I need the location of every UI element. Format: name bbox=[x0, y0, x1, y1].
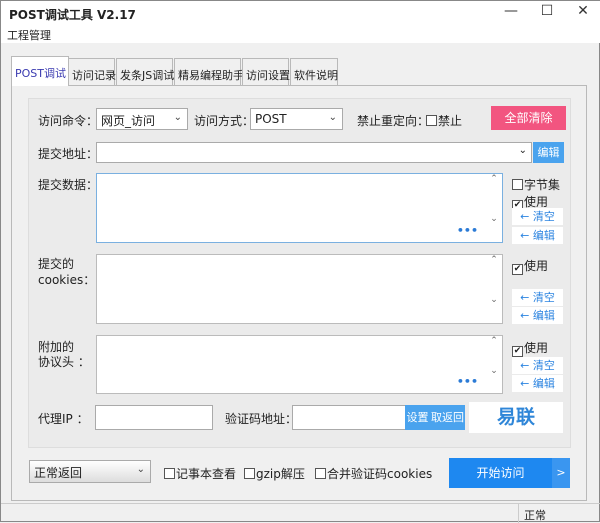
url-label: 提交地址： bbox=[38, 145, 98, 162]
merge-cookies-checkbox[interactable]: 合并验证码cookies bbox=[315, 465, 432, 482]
headers-edit-button[interactable]: ← 编辑 bbox=[512, 375, 563, 392]
scrollbar[interactable]: ⌃⌄ bbox=[486, 336, 502, 393]
headers-clear-button[interactable]: ← 清空 bbox=[512, 357, 563, 374]
method-select[interactable]: POST ⌄ bbox=[250, 108, 343, 130]
gzip-checkbox[interactable]: gzip解压 bbox=[244, 465, 305, 482]
mode-value: 正常返回 bbox=[34, 466, 82, 480]
data-edit-button[interactable]: ← 编辑 bbox=[512, 227, 563, 244]
captcha-fetch-button[interactable]: 取返回 bbox=[430, 405, 465, 430]
command-label: 访问命令： bbox=[38, 112, 98, 129]
menu-project[interactable]: 工程管理 bbox=[7, 27, 51, 43]
start-more-button[interactable]: > bbox=[552, 458, 570, 488]
method-value: POST bbox=[255, 112, 287, 126]
redirect-label: 禁止重定向： bbox=[357, 112, 429, 129]
minimize-button[interactable]: — bbox=[496, 3, 526, 23]
notepad-checkbox[interactable]: 记事本查看 bbox=[164, 465, 236, 482]
cookies-edit-button[interactable]: ← 编辑 bbox=[512, 307, 563, 324]
checkbox-icon bbox=[426, 115, 437, 126]
command-value: 网页_访问 bbox=[101, 114, 155, 128]
mode-select[interactable]: 正常返回 ⌄ bbox=[29, 460, 151, 483]
merge-label: 合并验证码cookies bbox=[327, 467, 432, 481]
bytes-label: 字节集 bbox=[524, 178, 560, 192]
checkbox-icon bbox=[164, 468, 175, 479]
headers-label-2: 协议头 ： bbox=[38, 353, 90, 370]
tab-settings[interactable]: 访问设置 bbox=[242, 58, 289, 85]
scrollbar[interactable]: ⌃⌄ bbox=[486, 174, 502, 242]
checkmark-icon: ✔ bbox=[512, 264, 523, 275]
more-icon[interactable]: ••• bbox=[457, 375, 478, 388]
url-input[interactable]: ⌄ bbox=[96, 142, 532, 163]
more-icon[interactable]: ••• bbox=[457, 224, 478, 237]
maximize-button[interactable]: ☐ bbox=[532, 3, 562, 23]
use-label: 使用 bbox=[524, 259, 548, 273]
notepad-label: 记事本查看 bbox=[176, 467, 236, 481]
window-title: POST调试工具 V2.17 bbox=[9, 6, 136, 23]
start-button[interactable]: 开始访问 bbox=[449, 458, 552, 488]
tab-history[interactable]: 访问记录 bbox=[68, 58, 115, 85]
redirect-checkbox-label: 禁止 bbox=[438, 114, 462, 128]
chevron-down-icon: ⌄ bbox=[174, 112, 182, 123]
redirect-checkbox[interactable]: 禁止 bbox=[426, 112, 462, 129]
scrollbar[interactable]: ⌃⌄ bbox=[486, 255, 502, 323]
menu-bar bbox=[1, 25, 600, 43]
logo: 易联 bbox=[469, 402, 563, 433]
checkbox-icon bbox=[244, 468, 255, 479]
chevron-down-icon: ⌄ bbox=[519, 145, 527, 156]
data-clear-button[interactable]: ← 清空 bbox=[512, 208, 563, 225]
cookies-label-1: 提交的 bbox=[38, 255, 74, 272]
proxy-input[interactable] bbox=[95, 405, 213, 430]
url-edit-button[interactable]: 编辑 bbox=[533, 142, 564, 163]
method-label: 访问方式： bbox=[194, 112, 254, 129]
command-select[interactable]: 网页_访问 ⌄ bbox=[96, 108, 188, 130]
headers-textarea[interactable]: ⌃⌄ ••• bbox=[96, 335, 503, 394]
cookies-textarea[interactable]: ⌃⌄ bbox=[96, 254, 503, 324]
status-text: 正常 bbox=[524, 507, 546, 523]
tab-about[interactable]: 软件说明 bbox=[290, 58, 338, 85]
cookies-label-2: cookies： bbox=[38, 271, 95, 288]
tab-post-debug[interactable]: POST调试 bbox=[11, 56, 69, 86]
status-separator bbox=[518, 504, 519, 523]
captcha-set-button[interactable]: 设置 bbox=[405, 405, 430, 430]
data-textarea[interactable]: ⌃⌄ ••• bbox=[96, 173, 503, 243]
bytes-checkbox[interactable]: 字节集 bbox=[512, 176, 560, 193]
tab-helper[interactable]: 精易编程助手 bbox=[174, 58, 241, 85]
cookies-clear-button[interactable]: ← 清空 bbox=[512, 289, 563, 306]
close-button[interactable]: ✕ bbox=[568, 3, 598, 23]
status-divider bbox=[1, 503, 600, 504]
checkbox-icon bbox=[512, 179, 523, 190]
checkbox-icon bbox=[315, 468, 326, 479]
checkmark-icon: ✔ bbox=[512, 346, 523, 357]
tab-js-debug[interactable]: 发条JS调试 bbox=[116, 58, 173, 85]
chevron-down-icon: ⌄ bbox=[137, 464, 145, 475]
clear-all-button[interactable]: 全部清除 bbox=[491, 106, 566, 130]
captcha-input[interactable] bbox=[292, 405, 406, 430]
use-label: 使用 bbox=[524, 341, 548, 355]
chevron-down-icon: ⌄ bbox=[329, 112, 337, 123]
captcha-label: 验证码地址： bbox=[225, 410, 297, 427]
cookies-use-checkbox[interactable]: ✔使用 bbox=[512, 257, 548, 275]
headers-use-checkbox[interactable]: ✔使用 bbox=[512, 339, 548, 357]
use-label: 使用 bbox=[524, 195, 548, 209]
proxy-label: 代理IP ： bbox=[38, 410, 89, 427]
gzip-label: gzip解压 bbox=[256, 467, 305, 481]
data-label: 提交数据： bbox=[38, 176, 98, 193]
